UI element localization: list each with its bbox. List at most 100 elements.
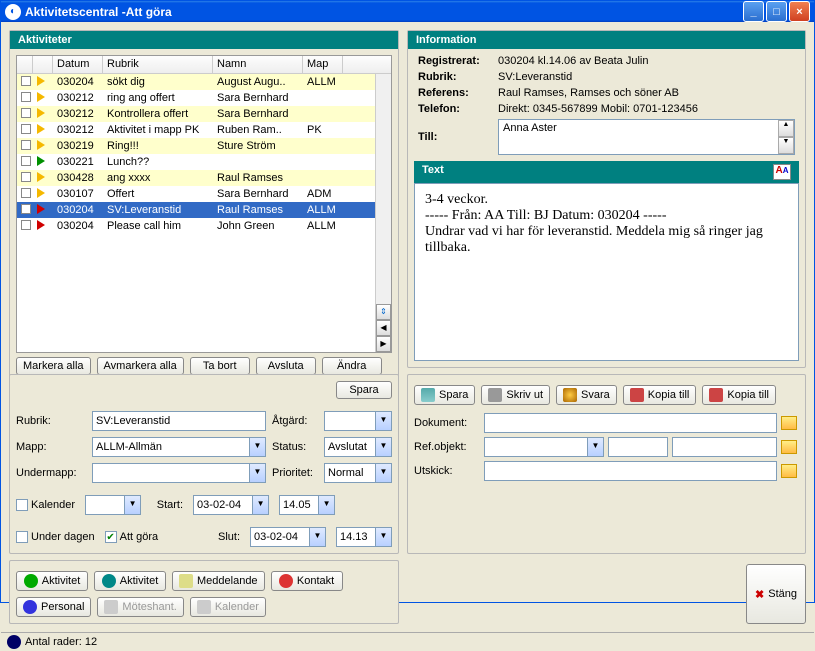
meddelande-button[interactable]: Meddelande <box>172 571 265 591</box>
form-rubrik-label: Rubrik: <box>16 415 86 427</box>
status-icon <box>7 635 21 649</box>
row-checkbox[interactable] <box>21 76 31 86</box>
info-save-button[interactable]: Spara <box>414 385 475 405</box>
mark-all-button[interactable]: Markera alla <box>16 357 91 375</box>
chevron-down-icon[interactable]: ▼ <box>125 495 141 515</box>
refobj-browse-button[interactable] <box>781 440 797 454</box>
chevron-down-icon[interactable]: ▼ <box>376 411 392 431</box>
aktivitet-plus-button[interactable]: Aktivitet <box>94 571 166 591</box>
utskick-browse-button[interactable] <box>781 464 797 478</box>
kalender-color-input[interactable] <box>85 495 125 515</box>
row-checkbox[interactable] <box>21 188 31 198</box>
chevron-down-icon[interactable]: ▼ <box>250 463 266 483</box>
table-row[interactable]: 030212Aktivitet i mapp PKRuben Ram..PK <box>17 122 391 138</box>
start-date-input[interactable] <box>193 495 253 515</box>
minimize-button[interactable]: _ <box>743 1 764 22</box>
utskick-label: Utskick: <box>414 465 480 477</box>
refobj-type-field[interactable] <box>484 437 588 457</box>
form-undermapp-label: Undermapp: <box>16 467 86 479</box>
form-mapp-label: Mapp: <box>16 441 86 453</box>
form-status-input[interactable] <box>324 437 376 457</box>
info-rubrik-label: Rubrik: <box>418 71 498 83</box>
row-checkbox[interactable] <box>21 220 31 230</box>
form-mapp-input[interactable] <box>92 437 250 457</box>
row-checkbox[interactable] <box>21 172 31 182</box>
refobj-field-2[interactable] <box>608 437 668 457</box>
kalender-checkbox[interactable]: Kalender <box>16 499 75 511</box>
row-checkbox[interactable] <box>21 204 31 214</box>
table-row[interactable]: 030204sökt digAugust Augu..ALLM <box>17 74 391 90</box>
table-row[interactable]: 030204Please call himJohn GreenALLM <box>17 218 391 234</box>
row-checkbox[interactable] <box>21 92 31 102</box>
chevron-down-icon[interactable]: ▼ <box>319 495 335 515</box>
refobj-field-3[interactable] <box>672 437 777 457</box>
info-till-value[interactable]: Anna Aster <box>499 120 778 154</box>
row-checkbox[interactable] <box>21 140 31 150</box>
scroll-left-icon[interactable]: ◀ <box>376 320 391 336</box>
table-row[interactable]: 030221Lunch?? <box>17 154 391 170</box>
info-till-label: Till: <box>418 131 498 143</box>
text-body[interactable]: 3-4 veckor.----- Från: AA Till: BJ Datum… <box>414 183 799 361</box>
scroll-right-icon[interactable]: ▶ <box>376 336 391 352</box>
form-prio-input[interactable] <box>324 463 376 483</box>
chevron-down-icon[interactable]: ▼ <box>376 437 392 457</box>
attgora-checkbox[interactable]: ✔Att göra <box>105 531 159 543</box>
delete-button[interactable]: Ta bort <box>190 357 250 375</box>
slut-date-input[interactable] <box>250 527 310 547</box>
row-checkbox[interactable] <box>21 156 31 166</box>
table-row[interactable]: 030212Kontrollera offertSara Bernhard <box>17 106 391 122</box>
table-row[interactable]: 030204SV:LeveranstidRaul RamsesALLM <box>17 202 391 218</box>
utskick-field[interactable] <box>484 461 777 481</box>
unmark-all-button[interactable]: Avmarkera alla <box>97 357 184 375</box>
table-row[interactable]: 030428ang xxxxRaul Ramses <box>17 170 391 186</box>
chevron-down-icon[interactable]: ▼ <box>253 495 269 515</box>
form-rubrik-input[interactable] <box>92 411 266 431</box>
form-save-button[interactable]: Spara <box>336 381 392 399</box>
save-icon <box>421 388 435 402</box>
table-row[interactable]: 030219Ring!!!Sture Ström <box>17 138 391 154</box>
statusbar: Antal rader: 12 <box>1 632 814 651</box>
copy-to-button[interactable]: Kopia till <box>623 385 697 405</box>
font-format-button[interactable]: AA <box>773 164 791 180</box>
activities-list[interactable]: Datum Rubrik Namn Map 030204sökt digAugu… <box>16 55 392 353</box>
form-undermapp-input[interactable] <box>92 463 250 483</box>
chevron-down-icon[interactable]: ▼ <box>250 437 266 457</box>
list-header[interactable]: Datum Rubrik Namn Map <box>17 56 391 74</box>
chevron-down-icon[interactable]: ▼ <box>376 463 392 483</box>
scroll-hint-icon[interactable]: ⇕ <box>376 304 391 320</box>
table-row[interactable]: 030212ring ang offertSara Bernhard <box>17 90 391 106</box>
flag-icon <box>37 140 45 150</box>
copy-to-icon <box>630 388 644 402</box>
form-slut-label: Slut: <box>208 531 240 543</box>
copy-to-button-2[interactable]: Kopia till <box>702 385 776 405</box>
finish-button[interactable]: Avsluta <box>256 357 316 375</box>
reply-button[interactable]: Svara <box>556 385 617 405</box>
underdagen-checkbox[interactable]: Under dagen <box>16 531 95 543</box>
till-down-button[interactable]: ▼ <box>778 137 794 154</box>
close-button[interactable]: × <box>789 1 810 22</box>
aktivitet-button[interactable]: Aktivitet <box>16 571 88 591</box>
table-row[interactable]: 030107OffertSara BernhardADM <box>17 186 391 202</box>
chevron-down-icon[interactable]: ▼ <box>588 437 604 457</box>
print-button[interactable]: Skriv ut <box>481 385 550 405</box>
flag-icon <box>37 220 45 230</box>
kontakt-button[interactable]: Kontakt <box>271 571 343 591</box>
contact-icon <box>279 574 293 588</box>
till-up-button[interactable]: ▲ <box>778 120 794 137</box>
slut-time-input[interactable] <box>336 527 376 547</box>
moteshant-button: Möteshant. <box>97 597 183 617</box>
form-atgard-input[interactable] <box>324 411 376 431</box>
row-checkbox[interactable] <box>21 108 31 118</box>
chevron-down-icon[interactable]: ▼ <box>376 527 392 547</box>
personal-button[interactable]: Personal <box>16 597 91 617</box>
edit-button[interactable]: Ändra <box>322 357 382 375</box>
close-window-button[interactable]: ✖Stäng <box>746 564 806 624</box>
dokument-browse-button[interactable] <box>781 416 797 430</box>
start-time-input[interactable] <box>279 495 319 515</box>
list-scrollbar[interactable]: ⇕ ◀ ▶ <box>375 74 391 352</box>
activities-header: Aktiviteter <box>10 31 398 49</box>
dokument-field[interactable] <box>484 413 777 433</box>
maximize-button[interactable]: □ <box>766 1 787 22</box>
chevron-down-icon[interactable]: ▼ <box>310 527 326 547</box>
row-checkbox[interactable] <box>21 124 31 134</box>
